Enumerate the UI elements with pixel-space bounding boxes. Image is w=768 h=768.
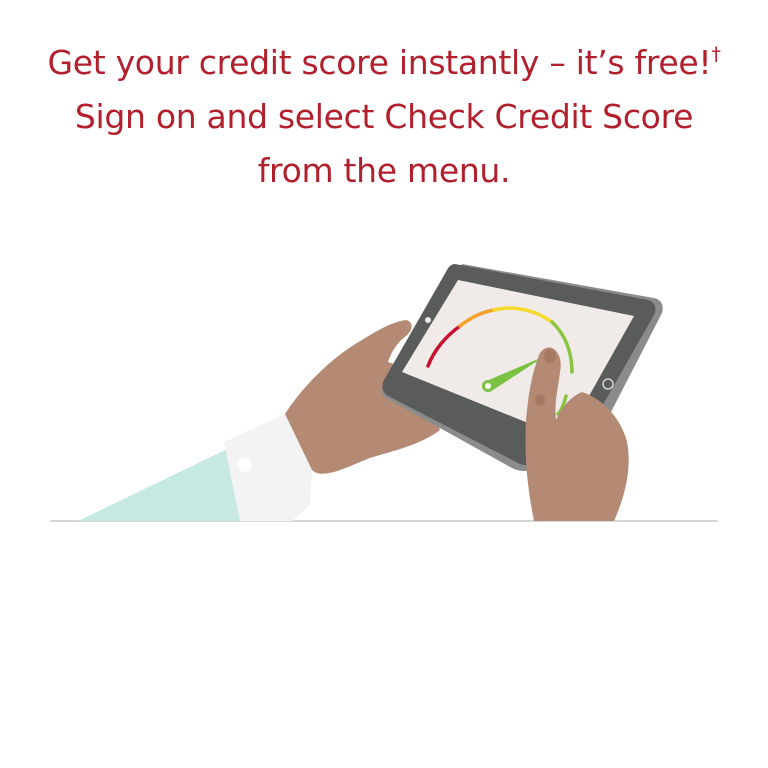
right-thumb-nail [544, 349, 556, 363]
tablet-camera [425, 317, 431, 323]
promo-panel: Get your credit score instantly – it’s f… [0, 0, 768, 768]
tablet-credit-score-illustration [50, 264, 718, 522]
right-index-nail [535, 394, 545, 406]
cuff-button [238, 458, 252, 472]
